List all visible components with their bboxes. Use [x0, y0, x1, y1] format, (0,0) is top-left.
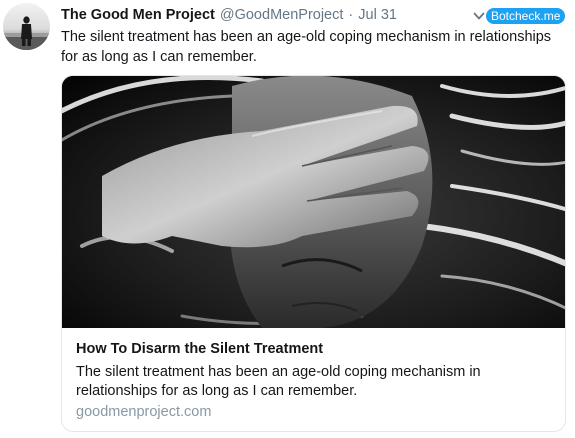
tweet-header: The Good Men Project @GoodMenProject · J…	[61, 7, 397, 25]
avatar[interactable]	[3, 3, 50, 50]
card-image[interactable]	[62, 76, 565, 328]
card-domain[interactable]: goodmenproject.com	[76, 404, 211, 420]
botcheck-badge[interactable]: Botcheck.me	[486, 8, 566, 24]
avatar-image	[3, 16, 50, 50]
link-card[interactable]: How To Disarm the Silent Treatment The s…	[61, 75, 566, 432]
author-name[interactable]: The Good Men Project	[61, 7, 215, 23]
card-description: The silent treatment has been an age-old…	[76, 364, 481, 399]
tweet-date[interactable]: Jul 31	[358, 7, 397, 23]
card-title[interactable]: How To Disarm the Silent Treatment	[76, 341, 323, 357]
tweet-text: The silent treatment has been an age-old…	[61, 29, 552, 65]
header-separator: ·	[348, 7, 354, 23]
chevron-down-icon[interactable]	[472, 9, 486, 23]
author-handle[interactable]: @GoodMenProject	[220, 7, 344, 23]
